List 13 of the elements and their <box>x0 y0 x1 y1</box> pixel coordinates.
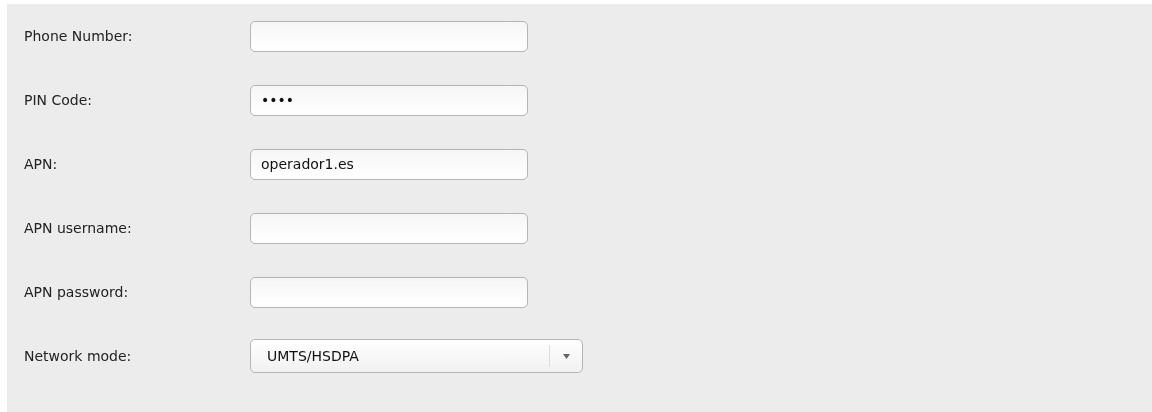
input-field[interactable] <box>250 276 528 308</box>
input-field[interactable]: operador1.es <box>250 148 528 180</box>
field-label: Network mode: <box>24 348 133 364</box>
input-field[interactable]: •••• <box>250 84 528 116</box>
field-label: PIN Code: <box>24 92 94 108</box>
dropdown[interactable]: UMTS/HSDPA <box>250 339 583 373</box>
input-field[interactable] <box>250 212 528 244</box>
field-label: APN password: <box>24 284 130 300</box>
field-label: Phone Number: <box>24 28 134 44</box>
field-label: APN: <box>24 156 59 172</box>
caret-icon <box>562 353 570 359</box>
field-label: APN username: <box>24 220 133 236</box>
input-field[interactable] <box>250 20 528 52</box>
